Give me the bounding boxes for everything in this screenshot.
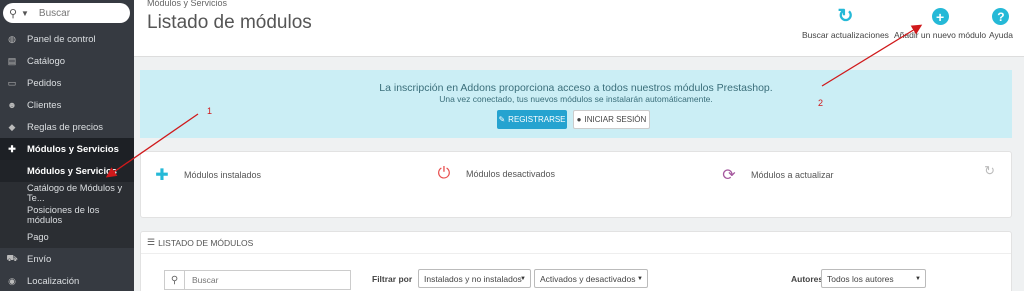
disabled-modules-label: Módulos desactivados <box>466 169 556 179</box>
sidebar-item-label: Reglas de precios <box>27 121 104 133</box>
page-header: Módulos y Servicios Listado de módulos ↻… <box>134 0 1024 57</box>
sidebar-item-label: Módulos y Servicios <box>27 143 119 155</box>
breadcrumb[interactable]: Módulos y Servicios <box>147 0 227 8</box>
login-button[interactable]: ● INICIAR SESIÓN <box>573 110 650 129</box>
register-button[interactable]: ✎ REGISTRARSE <box>497 110 567 129</box>
shipping-icon: ⛟ <box>6 253 18 263</box>
sync-icon: ⟳ <box>722 167 736 184</box>
help-label: Ayuda <box>989 30 1013 40</box>
chevron-down-icon: ▼ <box>915 275 921 282</box>
check-updates-label: Buscar actualizaciones <box>802 30 889 40</box>
sidebar-item-label: Panel de control <box>27 33 96 45</box>
sidebar-subitem-payment[interactable]: Pago <box>0 226 134 248</box>
authors-value: Todos los autores <box>827 273 894 284</box>
sidebar-item-label: Localización <box>27 275 80 287</box>
price-rules-icon: ◆ <box>8 121 16 132</box>
globe-icon: ◉ <box>8 275 16 286</box>
list-icon: ☰ <box>147 237 156 247</box>
annotation-number-2: 2 <box>818 98 824 108</box>
add-circle-icon: + <box>931 8 949 25</box>
modules-stats-panel: ✚ Módulos instalados ⏻ Módulos desactiva… <box>140 151 1012 218</box>
dashboard-icon: ◍ <box>8 33 16 44</box>
modules-to-update-stat[interactable]: ⟳ Módulos a actualizar <box>720 165 834 185</box>
chevron-down-icon[interactable]: ▼ <box>21 9 29 18</box>
banner-subtitle: Una vez conectado, tus nuevos módulos se… <box>439 94 713 104</box>
refresh-icon[interactable]: ↻ <box>984 163 995 179</box>
sidebar-subitem-label: Pago <box>27 232 49 242</box>
install-filter-select[interactable]: Instalados y no instalados ▼ <box>418 269 531 288</box>
addons-banner: La inscripción en Addons proporciona acc… <box>140 70 1012 138</box>
sidebar-subitem-module-positions[interactable]: Posiciones de los módulos <box>0 204 134 226</box>
chevron-down-icon: ▼ <box>637 275 643 282</box>
disabled-modules-stat[interactable]: ⏻ Módulos desactivados <box>435 165 555 183</box>
annotation-number-1: 1 <box>207 106 213 116</box>
sidebar-item-label: Envío <box>27 253 52 265</box>
sidebar-item-catalog[interactable]: ▤ Catálogo <box>0 50 134 72</box>
refresh-icon: ↻ <box>837 6 854 27</box>
login-label: INICIAR SESIÓN <box>584 115 647 124</box>
search-icon[interactable]: ⚲ <box>9 7 19 20</box>
sidebar-item-price-rules[interactable]: ◆ Reglas de precios <box>0 116 134 138</box>
authors-select[interactable]: Todos los autores ▼ <box>821 269 926 288</box>
sidebar-subitem-modules-catalog[interactable]: Catálogo de Módulos y Te... <box>0 182 134 204</box>
customers-icon: ☻ <box>7 100 17 110</box>
pencil-icon: ✎ <box>498 115 506 124</box>
sidebar-item-customers[interactable]: ☻ Clientes <box>0 94 134 116</box>
puzzle-icon: ✚ <box>8 143 16 154</box>
chevron-down-icon: ▼ <box>520 275 526 282</box>
status-filter-select[interactable]: Activados y desactivados ▼ <box>534 269 648 288</box>
help-icon: ? <box>992 8 1010 25</box>
sidebar-item-label: Clientes <box>27 99 62 111</box>
sidebar-search-input[interactable] <box>38 7 119 19</box>
sidebar-item-label: Pedidos <box>27 77 62 89</box>
search-icon: ⚲ <box>165 271 185 289</box>
sidebar-item-modules[interactable]: ✚ Módulos y Servicios <box>0 138 134 160</box>
sidebar-subitem-label: Posiciones de los módulos <box>27 205 100 225</box>
sidebar: ⚲ ▼ ◍ Panel de control ▤ Catálogo ▭ Pedi… <box>0 0 134 291</box>
catalog-icon: ▤ <box>7 55 17 66</box>
install-filter-value: Instalados y no instalados <box>424 273 522 284</box>
sidebar-item-dashboard[interactable]: ◍ Panel de control <box>0 28 134 50</box>
listing-heading-label: Listado de módulos <box>158 237 254 248</box>
user-icon: ● <box>576 115 582 124</box>
add-module-button[interactable]: + Añadir un nuevo módulo <box>894 8 986 40</box>
listing-heading: ☰ Listado de módulos <box>141 232 1011 254</box>
help-button[interactable]: ? Ayuda <box>989 8 1013 40</box>
sidebar-search[interactable]: ⚲ ▼ <box>3 3 130 23</box>
installed-modules-stat[interactable]: ✚ Módulos instalados <box>153 165 261 185</box>
register-label: REGISTRARSE <box>508 115 566 124</box>
filter-label: Filtrar por <box>372 274 413 284</box>
orders-icon: ▭ <box>7 77 17 88</box>
module-search[interactable]: ⚲ <box>164 270 351 290</box>
sidebar-item-localization[interactable]: ◉ Localización <box>0 270 134 291</box>
modules-listing-panel: ☰ Listado de módulos ⚲ Filtrar por Insta… <box>140 231 1012 291</box>
sidebar-item-orders[interactable]: ▭ Pedidos <box>0 72 134 94</box>
module-search-input[interactable] <box>185 275 345 285</box>
check-updates-button[interactable]: ↻ Buscar actualizaciones <box>802 6 889 40</box>
sidebar-item-shipping[interactable]: ⛟ Envío <box>0 248 134 270</box>
installed-modules-label: Módulos instalados <box>184 170 262 180</box>
add-module-label: Añadir un nuevo módulo <box>894 30 987 40</box>
banner-title: La inscripción en Addons proporciona acc… <box>379 82 773 94</box>
sidebar-subitem-label: Catálogo de Módulos y Te... <box>27 183 123 203</box>
sidebar-subitem-label: Módulos y Servicios <box>27 166 117 176</box>
page-title: Listado de módulos <box>147 12 312 33</box>
sidebar-item-label: Catálogo <box>27 55 66 67</box>
sidebar-subitem-modules-services[interactable]: Módulos y Servicios <box>0 160 134 182</box>
status-filter-value: Activados y desactivados <box>540 273 636 284</box>
authors-label: Autores <box>791 274 824 284</box>
power-icon: ⏻ <box>437 165 451 182</box>
puzzle-icon: ✚ <box>155 167 169 184</box>
modules-to-update-label: Módulos a actualizar <box>751 170 834 180</box>
